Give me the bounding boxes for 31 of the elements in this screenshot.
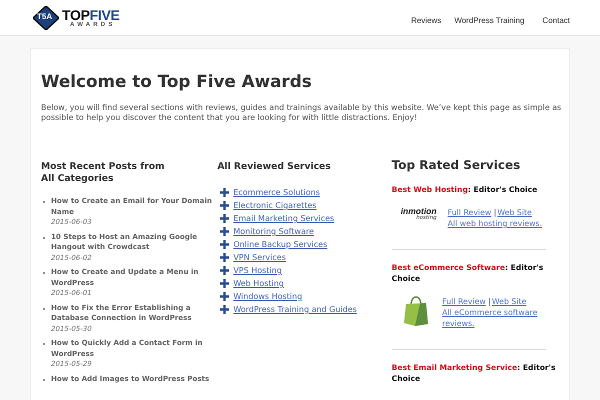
service-link[interactable]: Electronic Cigarettes: [233, 201, 316, 210]
plus-icon: [220, 214, 230, 223]
nav-link[interactable]: Reviews: [411, 16, 442, 25]
plus-icon: [220, 279, 230, 288]
shopping-bag-icon: [402, 296, 429, 326]
service-link[interactable]: VPN Services: [233, 253, 286, 262]
plus-icon: [220, 253, 230, 262]
service-link[interactable]: WordPress Training and Guides: [233, 305, 357, 314]
logo-badge-text: T5A: [37, 12, 52, 20]
section-heading: Top Rated Services: [392, 158, 522, 172]
nav-link[interactable]: WordPress Training: [454, 16, 524, 25]
service-link[interactable]: Online Backup Services: [233, 240, 328, 249]
nav-link[interactable]: Contact: [542, 16, 570, 25]
service-link[interactable]: Ecommerce Solutions: [233, 188, 320, 197]
plus-icon: [220, 240, 230, 249]
logo-wordmark: TOPFIVE: [62, 8, 120, 22]
service-link[interactable]: Monitoring Software: [233, 227, 314, 236]
diamond-logo-icon: [33, 6, 59, 30]
plus-icon: [220, 266, 230, 275]
section-heading: Most Recent Posts from All Categories: [41, 161, 166, 185]
service-link[interactable]: Email Marketing Services: [233, 214, 334, 223]
section-heading: All Reviewed Services: [217, 161, 332, 173]
page-title: Welcome to Top Five Awards: [41, 71, 313, 91]
plus-icon: [220, 305, 230, 314]
service-link[interactable]: Windows Hosting: [233, 292, 302, 301]
service-link[interactable]: VPS Hosting: [233, 266, 282, 275]
plus-icon: [220, 188, 230, 197]
plus-icon: [220, 227, 230, 236]
plus-icon: [220, 292, 230, 301]
plus-icon: [220, 201, 230, 210]
service-link[interactable]: Web Hosting: [233, 279, 284, 288]
